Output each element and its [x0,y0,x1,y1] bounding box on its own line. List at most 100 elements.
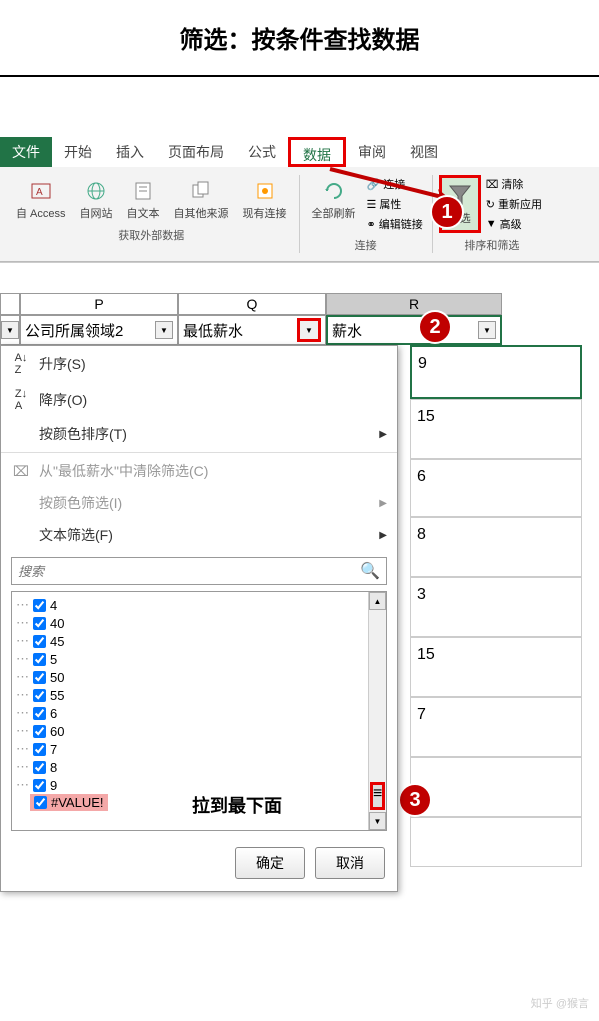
tab-file[interactable]: 文件 [0,137,52,167]
data-cell[interactable]: 9 [410,345,582,399]
web-icon [82,177,110,205]
checkbox[interactable] [34,796,47,809]
callout-2: 2 [418,310,452,344]
checkbox[interactable] [33,707,46,720]
col-header-r[interactable]: R [326,293,502,315]
checkbox-items: ⋯4 ⋯40 ⋯45 ⋯5 ⋯50 ⋯55 ⋯6 ⋯60 ⋯7 ⋯8 ⋯9 #V… [12,592,368,830]
btn-reapply[interactable]: ↻重新应用 [483,195,545,213]
ribbon-tabs: 文件 开始 插入 页面布局 公式 数据 审阅 视图 [0,137,599,167]
col-header-q[interactable]: Q [178,293,326,315]
data-cell[interactable] [410,817,582,867]
checkbox-item[interactable]: ⋯40 [16,614,364,632]
scrollbar[interactable]: ▲ ≡ ▼ [368,592,386,830]
menu-text-filter[interactable]: 文本筛选(F) ▶ [1,519,397,551]
page-title: 筛选：按条件查找数据 [0,20,599,55]
checkbox[interactable] [33,653,46,666]
dialog-buttons: 确定 取消 [1,835,397,891]
sort-desc-icon: Z↓A [11,388,31,412]
data-cell[interactable] [410,757,582,817]
callout-3: 3 [398,783,432,817]
column-headers: P Q R [0,293,599,315]
checkbox-item-error[interactable]: #VALUE! [30,794,108,811]
other-source-icon [187,177,215,205]
sort-asc-icon: A↓Z [11,352,31,376]
header-p-text: 公司所属领域2 [25,320,123,341]
scroll-down-button[interactable]: ▼ [369,812,386,830]
btn-clear[interactable]: ⌧清除 [483,175,545,193]
ribbon-content: A 自 Access 自网站 自文本 自其他来源 现有连接 [0,167,599,262]
data-cell[interactable]: 15 [410,637,582,697]
checkbox[interactable] [33,761,46,774]
btn-existing[interactable]: 现有连接 [237,175,293,223]
checkbox[interactable] [33,779,46,792]
menu-sort-asc[interactable]: A↓Z 升序(S) [1,346,397,382]
clear-filter-icon: ⌧ [11,463,31,480]
btn-from-other[interactable]: 自其他来源 [168,175,235,223]
data-cell[interactable]: 7 [410,697,582,757]
btn-advanced[interactable]: ▼高级 [483,215,545,233]
col-header-p[interactable]: P [20,293,178,315]
checkbox-item[interactable]: ⋯6 [16,704,364,722]
checkbox[interactable] [33,599,46,612]
row-header-blank [0,293,20,315]
data-column-r: 9 15 6 8 3 15 7 [410,345,582,867]
checkbox-item[interactable]: ⋯9 [16,776,364,794]
scroll-thumb[interactable]: ≡ [370,782,385,810]
checkbox-item[interactable]: ⋯45 [16,632,364,650]
checkbox-item[interactable]: ⋯4 [16,596,364,614]
checkbox[interactable] [33,671,46,684]
search-box: 🔍 [11,557,387,585]
search-input[interactable] [18,564,360,579]
group-external-data: A 自 Access 自网站 自文本 自其他来源 现有连接 [4,175,300,253]
scroll-annotation: 拉到最下面 [192,792,282,818]
group-label-sort-filter: 排序和筛选 [464,237,519,253]
tab-home[interactable]: 开始 [52,137,104,167]
submenu-arrow-icon: ▶ [379,429,387,440]
checkbox-item[interactable]: ⋯7 [16,740,364,758]
checkbox[interactable] [33,689,46,702]
tab-page-layout[interactable]: 页面布局 [156,137,236,167]
btn-from-access[interactable]: A 自 Access [10,175,72,223]
filter-dropdown-p[interactable]: ▼ [155,321,173,339]
ok-button[interactable]: 确定 [235,847,305,879]
menu-sort-color[interactable]: 按颜色排序(T) ▶ [1,418,397,450]
group-label-connections: 连接 [355,237,377,253]
filter-cell-blank: ▼ [0,315,20,345]
scroll-up-button[interactable]: ▲ [369,592,386,610]
checkbox-item[interactable]: ⋯55 [16,686,364,704]
tab-formulas[interactable]: 公式 [236,137,288,167]
checkbox[interactable] [33,617,46,630]
filter-cell-p: 公司所属领域2 ▼ [20,315,178,345]
data-cell[interactable]: 8 [410,517,582,577]
btn-from-text[interactable]: 自文本 [121,175,166,223]
checkbox-item[interactable]: ⋯50 [16,668,364,686]
checkbox[interactable] [33,725,46,738]
cancel-button[interactable]: 取消 [315,847,385,879]
data-cell[interactable]: 3 [410,577,582,637]
edit-link-icon: ⚭ [367,218,376,231]
btn-from-web[interactable]: 自网站 [74,175,119,223]
svg-text:A: A [36,187,43,198]
checkbox[interactable] [33,635,46,648]
group-label-external: 获取外部数据 [118,227,184,243]
filter-header-row: ▼ 公司所属领域2 ▼ 最低薪水 ▼ 薪水 ▼ [0,315,599,345]
filter-dropdown-row[interactable]: ▼ [1,321,19,339]
clear-icon: ⌧ [486,178,499,191]
checkbox-item[interactable]: ⋯5 [16,650,364,668]
header-r-text: 薪水 [332,320,362,341]
search-icon[interactable]: 🔍 [360,561,380,581]
tab-insert[interactable]: 插入 [104,137,156,167]
reapply-icon: ↻ [486,198,495,211]
checkbox-item[interactable]: ⋯8 [16,758,364,776]
existing-conn-icon [251,177,279,205]
filter-dropdown-q[interactable]: ▼ [297,318,321,342]
data-cell[interactable]: 15 [410,399,582,459]
watermark: 知乎 @猴言 [531,995,589,1011]
checkbox-item[interactable]: ⋯60 [16,722,364,740]
filter-dropdown-r[interactable]: ▼ [478,321,496,339]
filter-menu: A↓Z 升序(S) Z↓A 降序(O) 按颜色排序(T) ▶ ⌧ 从"最低薪水"… [0,345,398,892]
menu-sort-desc[interactable]: Z↓A 降序(O) [1,382,397,418]
checkbox[interactable] [33,743,46,756]
submenu-arrow-icon: ▶ [379,498,387,509]
data-cell[interactable]: 6 [410,459,582,517]
